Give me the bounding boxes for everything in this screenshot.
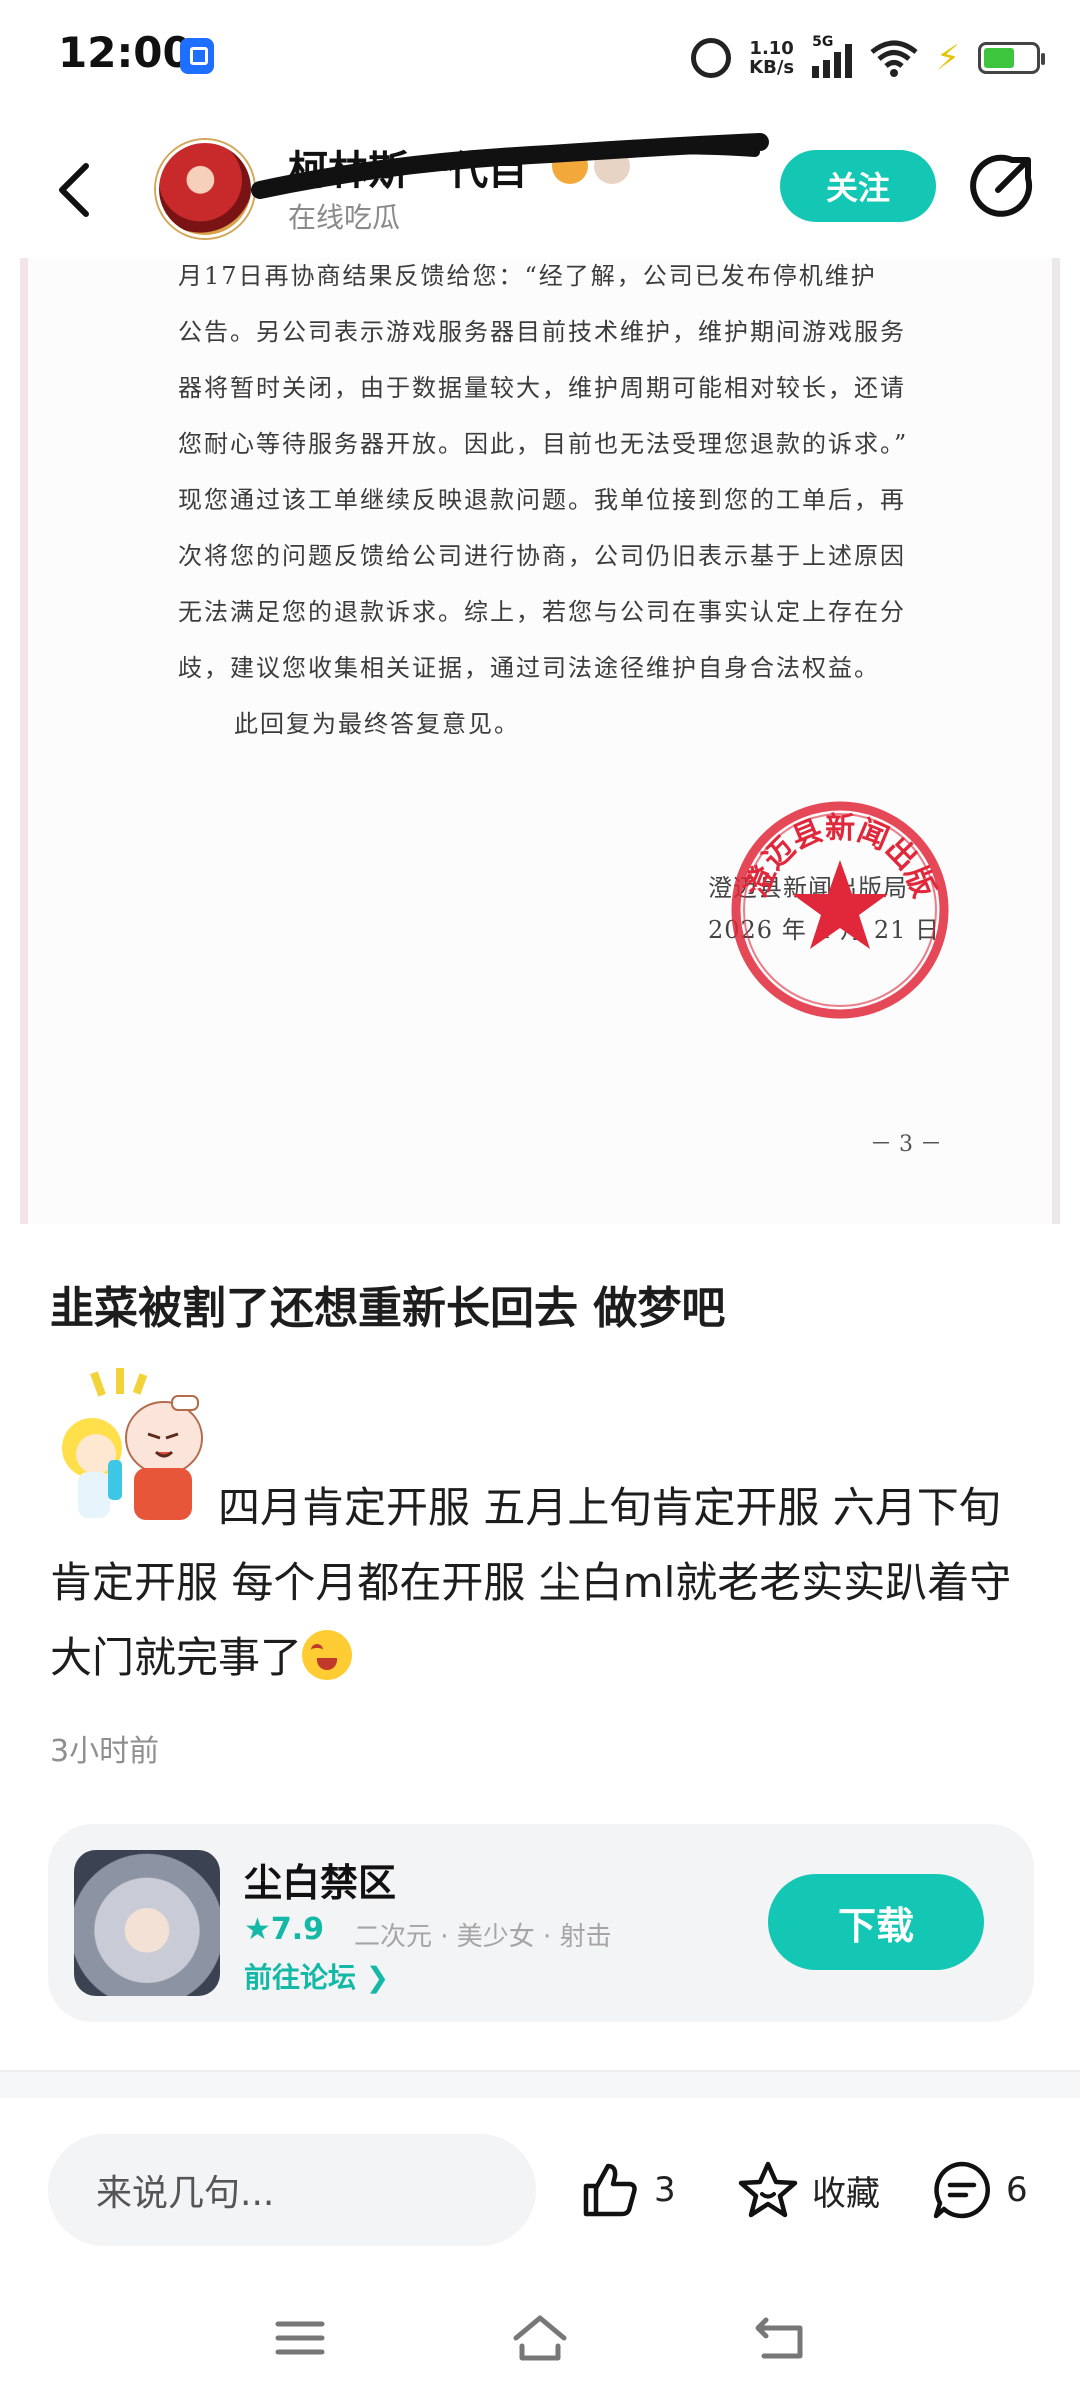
author-status: 在线吃瓜: [288, 201, 401, 234]
network-type: 5G: [812, 34, 834, 50]
post-timestamp: 3小时前: [50, 1734, 160, 1769]
document-line: 公告。另公司表示游戏服务器目前技术维护，维护期间游戏服务: [178, 318, 906, 346]
system-nav-bar: [0, 2280, 1080, 2400]
avatar[interactable]: [156, 140, 254, 238]
bottom-action-bar: 来说几句... 3 收藏 6: [0, 2100, 1080, 2270]
game-name[interactable]: 尘白禁区: [244, 1852, 396, 1907]
network-speed: 1.10 KB/s: [749, 39, 794, 77]
network-speed-value: 1.10: [749, 38, 794, 59]
document-body: 月17日再协商结果反馈给您：“经了解，公司已发布停机维护 公告。另公司表示游戏服…: [178, 258, 958, 752]
game-tags: 二次元 · 美少女 · 射击: [354, 1922, 612, 1952]
like-count: 3: [654, 2170, 676, 2210]
post-body: 四月肯定开服 五月上旬肯定开服 六月下旬肯定开服 每个月都在开服 尘白ml就老老…: [50, 1470, 1040, 1695]
document-line: 次将您的问题反馈给公司进行协商，公司仍旧表示基于上述原因: [178, 542, 906, 570]
star-icon: [738, 2161, 798, 2218]
share-icon[interactable]: [968, 152, 1036, 220]
shield-icon: [180, 38, 214, 74]
signal-icon: 5G: [812, 34, 853, 78]
document-line: 器将暂时关闭，由于数据量较大，维护周期可能相对较长，还请: [178, 374, 906, 402]
comment-count: 6: [1006, 2170, 1028, 2210]
game-card[interactable]: 尘白禁区 ★7.9 二次元 · 美少女 · 射击 前往论坛 ❯ 下载: [48, 1824, 1034, 2022]
document-closing: 此回复为最终答复意见。: [234, 710, 520, 738]
document-line: 月17日再协商结果反馈给您：“经了解，公司已发布停机维护: [178, 262, 877, 290]
post-body-text: 四月肯定开服 五月上旬肯定开服 六月下旬肯定开服 每个月都在开服 尘白ml就老老…: [50, 1483, 1012, 1682]
section-divider: [0, 2070, 1080, 2098]
status-icons: 1.10 KB/s 5G ⚡: [691, 30, 1045, 86]
redaction-scribble: [251, 133, 769, 199]
game-forum-link[interactable]: 前往论坛 ❯: [244, 1956, 389, 1996]
menu-icon[interactable]: [270, 2310, 330, 2366]
like-button[interactable]: 3: [578, 2158, 676, 2222]
charging-icon: ⚡: [936, 38, 960, 78]
comment-bubble-icon: [933, 2161, 990, 2219]
status-bar: 12:00 1.10 KB/s 5G ⚡: [0, 0, 1080, 118]
official-seal-stamp: 澄迈县新闻出版局: [724, 794, 949, 1019]
post-image-document[interactable]: 月17日再协商结果反馈给您：“经了解，公司已发布停机维护 公告。另公司表示游戏服…: [20, 258, 1060, 1224]
document-page-number: － 3 －: [870, 1132, 942, 1157]
battery-icon: [978, 42, 1045, 74]
favorite-button[interactable]: 收藏: [736, 2158, 880, 2222]
alarm-icon: [691, 38, 732, 78]
favorite-label: 收藏: [812, 2173, 880, 2214]
document-line: 歧，建议您收集相关证据，通过司法途径维护自身合法权益。: [178, 654, 880, 682]
download-button[interactable]: 下载: [768, 1874, 984, 1970]
game-icon[interactable]: [74, 1850, 220, 1996]
back-icon[interactable]: [752, 2310, 812, 2366]
thumbs-up-icon: [583, 2163, 637, 2217]
document-line: 无法满足您的退款诉求。综上，若您与公司在事实认定上存在分: [178, 598, 906, 626]
network-speed-unit: KB/s: [749, 57, 795, 78]
document-line: 现您通过该工单继续反映退款问题。我单位接到您的工单后，再: [178, 486, 906, 514]
post-title: 韭菜被割了还想重新长回去 做梦吧: [50, 1283, 726, 1334]
post-header: 柯林斯一代目 在线吃瓜 关注: [0, 118, 1080, 258]
back-arrow-icon[interactable]: [48, 158, 104, 222]
game-rating: ★7.9: [244, 1912, 325, 1947]
home-icon[interactable]: [510, 2310, 570, 2366]
follow-button[interactable]: 关注: [780, 150, 936, 222]
comment-input[interactable]: 来说几句...: [48, 2134, 536, 2246]
comment-button[interactable]: 6: [930, 2158, 1028, 2222]
grinning-emoji-icon: [302, 1630, 353, 1680]
status-time: 12:00: [58, 28, 192, 77]
document-line: 您耐心等待服务器开放。因此，目前也无法受理您退款的诉求。”: [178, 430, 909, 458]
wifi-icon: [870, 40, 918, 77]
